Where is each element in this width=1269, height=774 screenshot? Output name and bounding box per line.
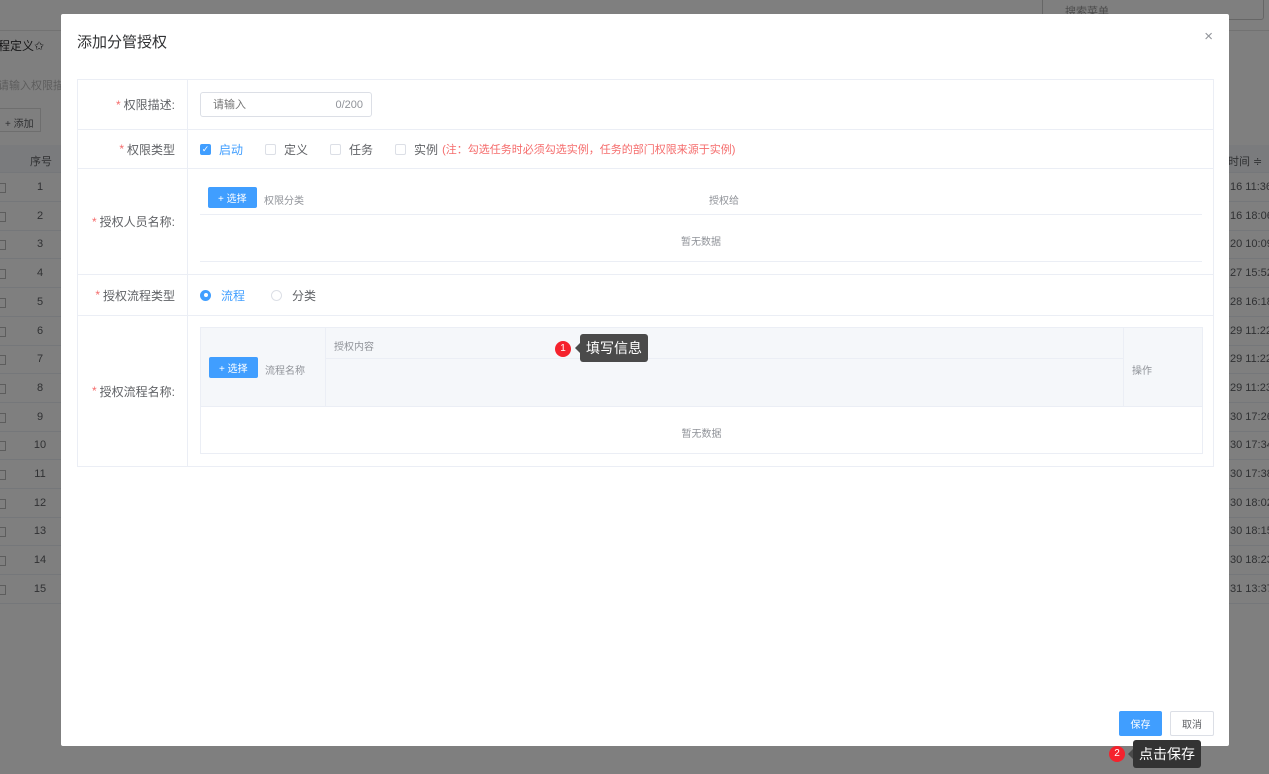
cancel-button[interactable]: 取消 <box>1170 711 1214 736</box>
col-action: 操作 <box>1132 366 1152 377</box>
row-flow-type: * 授权流程类型 流程 分类 <box>78 275 1213 316</box>
label-flow-type: * 授权流程类型 <box>78 275 188 315</box>
label-text: 权限类型 <box>126 142 175 157</box>
checkbox-label: 启动 <box>219 142 244 157</box>
empty-text: 暂无数据 <box>681 429 722 440</box>
radio-icon <box>200 289 211 301</box>
char-count: 0/200 <box>335 99 363 111</box>
checkbox-start[interactable]: ✓ 启动 <box>200 141 243 158</box>
guide-tooltip-click-save: 点击保存 <box>1128 740 1201 768</box>
description-input[interactable]: 0/200 <box>200 92 372 117</box>
empty-text: 暂无数据 <box>681 237 721 248</box>
guide-step-badge: 2 <box>1109 746 1125 762</box>
persons-table-header <box>200 181 1202 215</box>
guide-tooltip-fill-info: 填写信息 <box>575 334 648 362</box>
col-grant-to: 授权给 <box>709 196 739 207</box>
guide-step-badge: 1 <box>555 341 571 357</box>
add-authorization-dialog: 添加分管授权 × *权限描述: 0/200 *权限类型 ✓ 启动 定义 任务 实例… <box>61 14 1229 746</box>
dialog-title: 添加分管授权 <box>77 34 168 51</box>
radio-icon <box>271 289 283 301</box>
select-persons-button[interactable]: + 选择 <box>208 187 257 208</box>
radio-flow[interactable]: 流程 <box>200 287 245 304</box>
label-authorized-persons: * 授权人员名称: <box>78 169 188 274</box>
checkbox-instance[interactable]: 实例 <box>395 141 438 158</box>
col-auth-content: 授权内容 <box>334 342 374 353</box>
divider <box>325 328 326 407</box>
checkbox-box <box>330 143 342 155</box>
label-text: 权限描述: <box>123 98 175 112</box>
divider <box>200 261 1202 262</box>
check-icon: ✓ <box>200 143 211 155</box>
save-button[interactable]: 保存 <box>1119 711 1162 736</box>
radio-category[interactable]: 分类 <box>271 287 316 304</box>
label-text: 授权流程名称: <box>99 384 175 399</box>
label-text: 授权流程类型 <box>102 288 175 303</box>
checkbox-box <box>265 143 277 155</box>
checkbox-task[interactable]: 任务 <box>330 141 373 158</box>
label-description: * 权限描述: <box>78 80 188 129</box>
checkbox-label: 任务 <box>349 142 374 157</box>
checkbox-define[interactable]: 定义 <box>265 141 308 158</box>
col-category: 权限分类 <box>264 196 304 207</box>
authorization-form: *权限描述: 0/200 *权限类型 ✓ 启动 定义 任务 实例 (注：勾选任务时… <box>77 79 1214 467</box>
label-permission-type: * 权限类型 <box>78 130 188 168</box>
close-icon[interactable]: × <box>1204 28 1213 45</box>
divider <box>1123 328 1124 407</box>
persons-table: + 选择 权限分类 授权给 暂无数据 <box>200 181 1202 262</box>
label-text: 授权人员名称: <box>99 215 175 229</box>
row-authorized-persons: * 授权人员名称: + 选择 权限分类 授权给 暂无数据 <box>78 169 1213 275</box>
col-flow-name: 流程名称 <box>265 366 305 377</box>
select-flows-button[interactable]: + 选择 <box>209 357 258 378</box>
checkbox-box <box>395 143 407 155</box>
radio-label: 分类 <box>292 288 317 303</box>
radio-label: 流程 <box>221 288 246 303</box>
label-flow-name: * 授权流程名称: <box>78 316 188 466</box>
permission-note: (注：勾选任务时必须勾选实例，任务的部门权限来源于实例) <box>442 144 736 156</box>
checkbox-label: 定义 <box>284 142 309 157</box>
divider <box>326 358 1123 359</box>
row-description: *权限描述: 0/200 <box>78 80 1213 130</box>
checkbox-label: 实例 <box>414 142 439 157</box>
flows-table: + 选择 流程名称 授权内容 操作 暂无数据 <box>200 327 1203 454</box>
row-permission-type: * 权限类型 ✓ 启动 定义 任务 实例 (注：勾选任务时必须勾选实例，任务的部门权… <box>78 130 1213 169</box>
